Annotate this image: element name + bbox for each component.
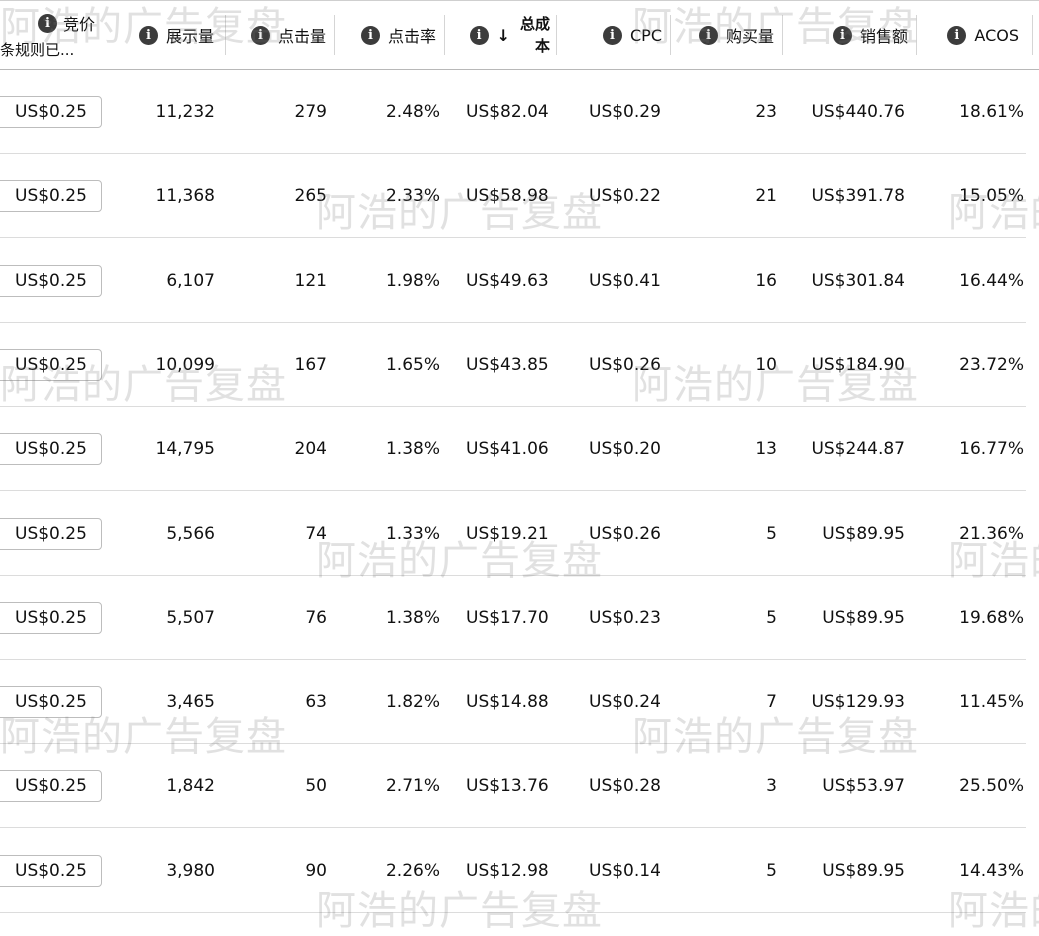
header-sales[interactable]: i 销售额 [800, 1, 916, 69]
acos-cell: 21.36% [959, 523, 1024, 544]
ctr-cell: 1.65% [385, 354, 440, 375]
header-purchases[interactable]: i 购买量 [680, 1, 782, 69]
info-icon[interactable]: i [603, 25, 622, 45]
total-cost-cell: US$14.88 [466, 692, 549, 713]
acos-cell: 16.44% [959, 270, 1024, 291]
table-row: US$0.25 14,795 204 1.38% US$41.06 US$0.20 13 US… [0, 407, 1026, 492]
total-cost-cell: US$19.21 [466, 523, 549, 544]
acos-cell: 16.77% [959, 439, 1024, 460]
column-divider[interactable] [670, 15, 671, 55]
info-icon[interactable]: i [38, 13, 57, 33]
table-row: US$0.25 3,465 63 1.82% US$14.88 US$0.24 7 US$12… [0, 660, 1026, 745]
header-bid[interactable]: i 竞价 条规则已... [0, 1, 110, 69]
total-cost-cell: US$49.63 [466, 270, 549, 291]
column-divider[interactable] [1032, 15, 1033, 55]
info-icon[interactable]: i [947, 25, 967, 45]
purchases-cell: 3 [766, 776, 777, 797]
total-cost-cell: US$58.98 [466, 186, 549, 207]
info-icon[interactable]: i [698, 25, 718, 45]
header-ctr-label: 点击率 [387, 27, 436, 46]
table-row: US$0.25 5,507 76 1.38% US$17.70 US$0.23 5 US$89… [0, 576, 1026, 660]
purchases-cell: 5 [766, 523, 777, 544]
ctr-cell: 1.82% [385, 692, 440, 713]
header-sales-label: 销售额 [859, 27, 908, 46]
table-row: US$0.25 10,099 167 1.65% US$43.85 US$0.26 10 US… [0, 323, 1026, 407]
acos-cell: 14.43% [959, 860, 1024, 881]
info-icon[interactable]: i [138, 25, 158, 45]
header-cpc-label: CPC [630, 25, 662, 45]
table-row: US$0.25 6,107 121 1.98% US$49.63 US$0.41 16 US$… [0, 239, 1026, 323]
info-icon[interactable]: i [469, 25, 489, 45]
column-divider[interactable] [556, 15, 557, 55]
ctr-cell: 1.98% [385, 270, 440, 291]
ctr-cell: 2.48% [385, 102, 440, 122]
header-total-cost-line2: 本 [534, 37, 550, 55]
info-icon[interactable]: i [360, 25, 380, 45]
header-clicks-label: 点击量 [277, 27, 326, 46]
ctr-cell: 1.33% [385, 523, 440, 544]
column-divider[interactable] [782, 15, 783, 55]
header-purchases-label: 购买量 [725, 27, 774, 46]
table-row: US$0.25 1,842 50 2.71% US$13.76 US$0.28 3 US$53… [0, 744, 1026, 829]
table-row: US$0.25 11,368 265 2.33% US$58.98 US$0.22 21 US… [0, 154, 1026, 239]
acos-cell: 19.68% [959, 607, 1024, 628]
column-divider[interactable] [916, 15, 917, 55]
table-row: US$0.25 3,980 90 2.26% US$12.98 US$0.14 5 US$89… [0, 829, 1026, 913]
header-acos[interactable]: i ACOS [930, 1, 1029, 69]
table-row: US$0.25 5,566 74 1.33% US$19.21 US$0.26 5 US$89… [0, 492, 1026, 576]
purchases-cell: 23 [755, 102, 777, 122]
header-acos-label: ACOS [974, 25, 1019, 45]
acos-cell: 18.61% [959, 102, 1024, 122]
header-bid-sublabel: 条规则已... [0, 41, 75, 59]
header-clicks[interactable]: i 点击量 [230, 1, 334, 69]
ctr-cell: 1.38% [385, 439, 440, 460]
header-impressions[interactable]: i 展示量 [110, 1, 222, 69]
ctr-cell: 2.33% [385, 186, 440, 207]
total-cost-cell: US$13.76 [466, 776, 549, 797]
header-total-cost-label: 总成 本 [520, 13, 550, 57]
sort-descending-icon[interactable]: ↓ [497, 26, 510, 45]
total-cost-cell: US$43.85 [466, 354, 549, 375]
purchases-cell: 10 [755, 354, 777, 375]
header-total-cost[interactable]: i ↓ 总成 本 [448, 1, 558, 69]
ctr-cell: 1.38% [385, 607, 440, 628]
total-cost-cell: US$17.70 [466, 607, 549, 628]
purchases-cell: 5 [766, 860, 777, 881]
ctr-cell: 2.71% [385, 776, 440, 797]
header-total-cost-line1: 总成 [519, 15, 550, 33]
info-icon[interactable]: i [250, 25, 270, 45]
purchases-cell: 13 [755, 439, 777, 460]
total-cost-cell: US$82.04 [466, 102, 549, 122]
purchases-cell: 16 [755, 270, 777, 291]
table-row: US$0.25 11,232 279 2.48% US$82.04 US$0.29 23 US… [0, 70, 1026, 154]
purchases-cell: 5 [766, 607, 777, 628]
total-cost-cell: US$41.06 [466, 439, 549, 460]
acos-cell: 25.50% [959, 776, 1024, 797]
column-divider[interactable] [334, 15, 335, 55]
ctr-cell: 2.26% [385, 860, 440, 881]
header-ctr[interactable]: i 点击率 [340, 1, 444, 69]
header-bid-label: 竞价 [63, 15, 96, 34]
purchases-cell: 21 [755, 186, 777, 207]
column-divider[interactable] [444, 15, 445, 55]
column-divider[interactable] [225, 15, 226, 55]
info-icon[interactable]: i [832, 25, 852, 45]
total-cost-cell: US$12.98 [466, 860, 549, 881]
table-header: i 竞价 条规则已... i 展示量 i 点击量 i 点击率 i ↓ 总成 本 [0, 0, 1039, 70]
header-impressions-label: 展示量 [165, 27, 214, 46]
acos-cell: 15.05% [959, 186, 1024, 207]
acos-cell: 11.45% [959, 692, 1024, 713]
acos-cell: 23.72% [959, 354, 1024, 375]
header-cpc[interactable]: i CPC [570, 1, 670, 69]
purchases-cell: 7 [766, 692, 777, 713]
